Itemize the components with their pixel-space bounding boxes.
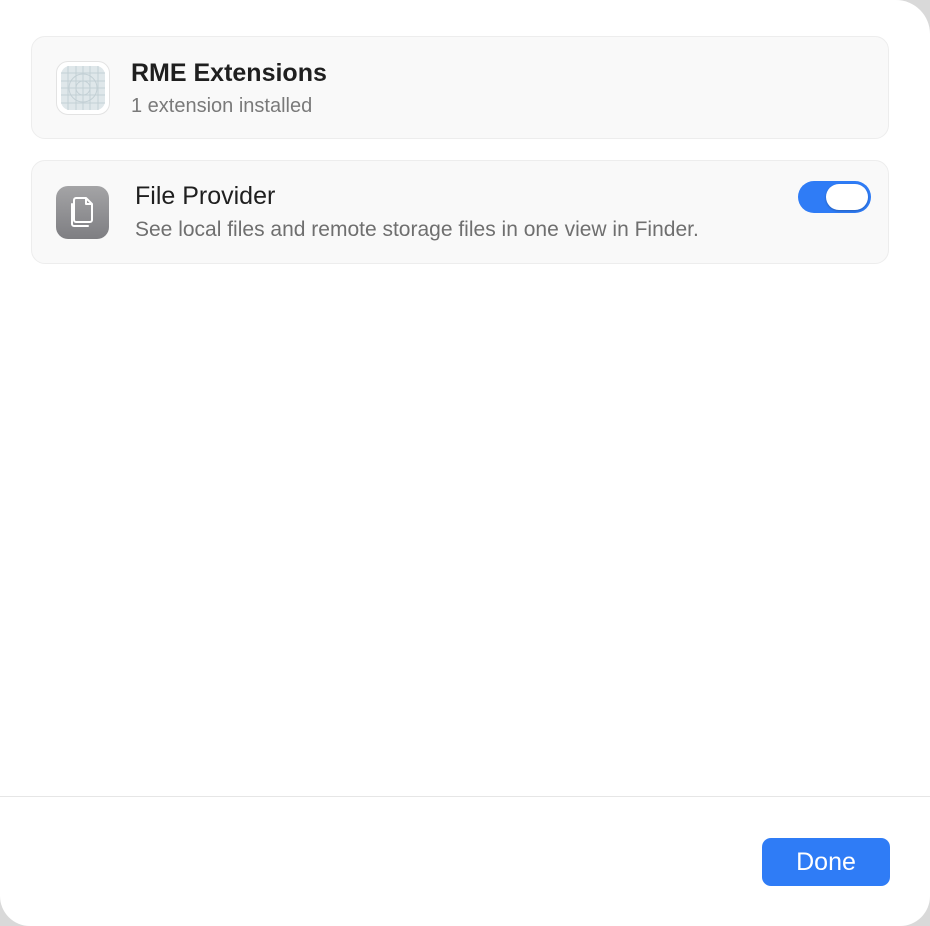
rme-app-icon xyxy=(56,61,110,115)
extension-count: 1 extension installed xyxy=(131,95,313,117)
extension-description: See local files and remote storage files… xyxy=(135,218,699,241)
extension-name: File Provider xyxy=(135,182,276,210)
file-provider-toggle[interactable] xyxy=(798,181,871,213)
app-title: RME Extensions xyxy=(131,59,327,87)
app-info-card: RME Extensions 1 extension installed xyxy=(31,36,889,139)
documents-icon xyxy=(56,186,109,239)
extension-row-file-provider: File Provider See local files and remote… xyxy=(31,160,889,264)
extensions-sheet: RME Extensions 1 extension installed Fil… xyxy=(0,0,930,926)
done-button[interactable]: Done xyxy=(762,838,890,886)
toggle-knob xyxy=(826,184,868,210)
footer-divider xyxy=(0,796,930,797)
